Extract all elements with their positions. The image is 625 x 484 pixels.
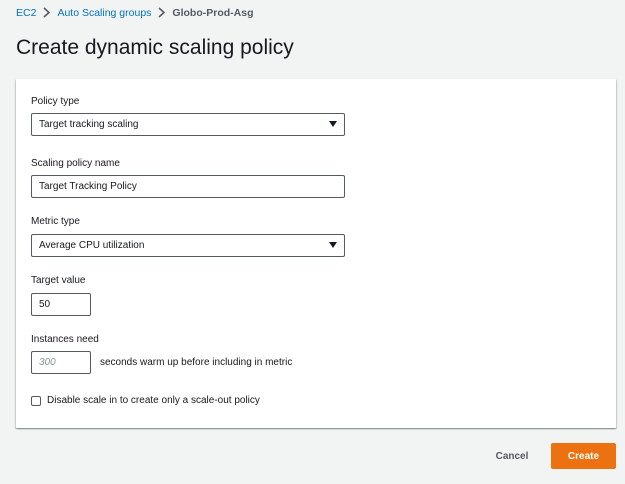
page-title: Create dynamic scaling policy [16, 36, 294, 59]
breadcrumb-current: Globo-Prod-Asg [172, 7, 254, 19]
breadcrumb: EC2 Auto Scaling groups Globo-Prod-Asg [16, 6, 254, 20]
policy-name-input[interactable]: Target Tracking Policy [31, 175, 345, 198]
create-button[interactable]: Create [551, 443, 616, 469]
metric-type-value: Average CPU utilization [39, 240, 145, 251]
form-panel: Policy type Target tracking scaling Scal… [16, 79, 616, 428]
caret-down-icon [329, 121, 337, 127]
warmup-seconds-input[interactable]: 300 [31, 351, 91, 374]
breadcrumb-asg-link[interactable]: Auto Scaling groups [57, 7, 151, 19]
target-value-input[interactable]: 50 [31, 293, 91, 316]
policy-name-label: Scaling policy name [31, 158, 120, 169]
metric-type-label: Metric type [31, 216, 80, 227]
caret-down-icon [329, 242, 337, 248]
disable-scale-in-checkbox[interactable] [31, 396, 41, 406]
instances-need-label: Instances need [31, 334, 99, 345]
policy-type-value: Target tracking scaling [39, 119, 139, 130]
warmup-suffix-text: seconds warm up before including in metr… [100, 357, 293, 368]
metric-type-select[interactable]: Average CPU utilization [31, 234, 345, 257]
policy-type-select[interactable]: Target tracking scaling [31, 113, 345, 136]
chevron-right-icon [43, 6, 51, 20]
policy-type-label: Policy type [31, 96, 80, 107]
cancel-button[interactable]: Cancel [487, 444, 537, 468]
chevron-right-icon [158, 6, 166, 20]
target-value-label: Target value [31, 275, 86, 286]
disable-scale-in-label[interactable]: Disable scale in to create only a scale-… [47, 395, 260, 406]
breadcrumb-ec2-link[interactable]: EC2 [16, 7, 36, 19]
